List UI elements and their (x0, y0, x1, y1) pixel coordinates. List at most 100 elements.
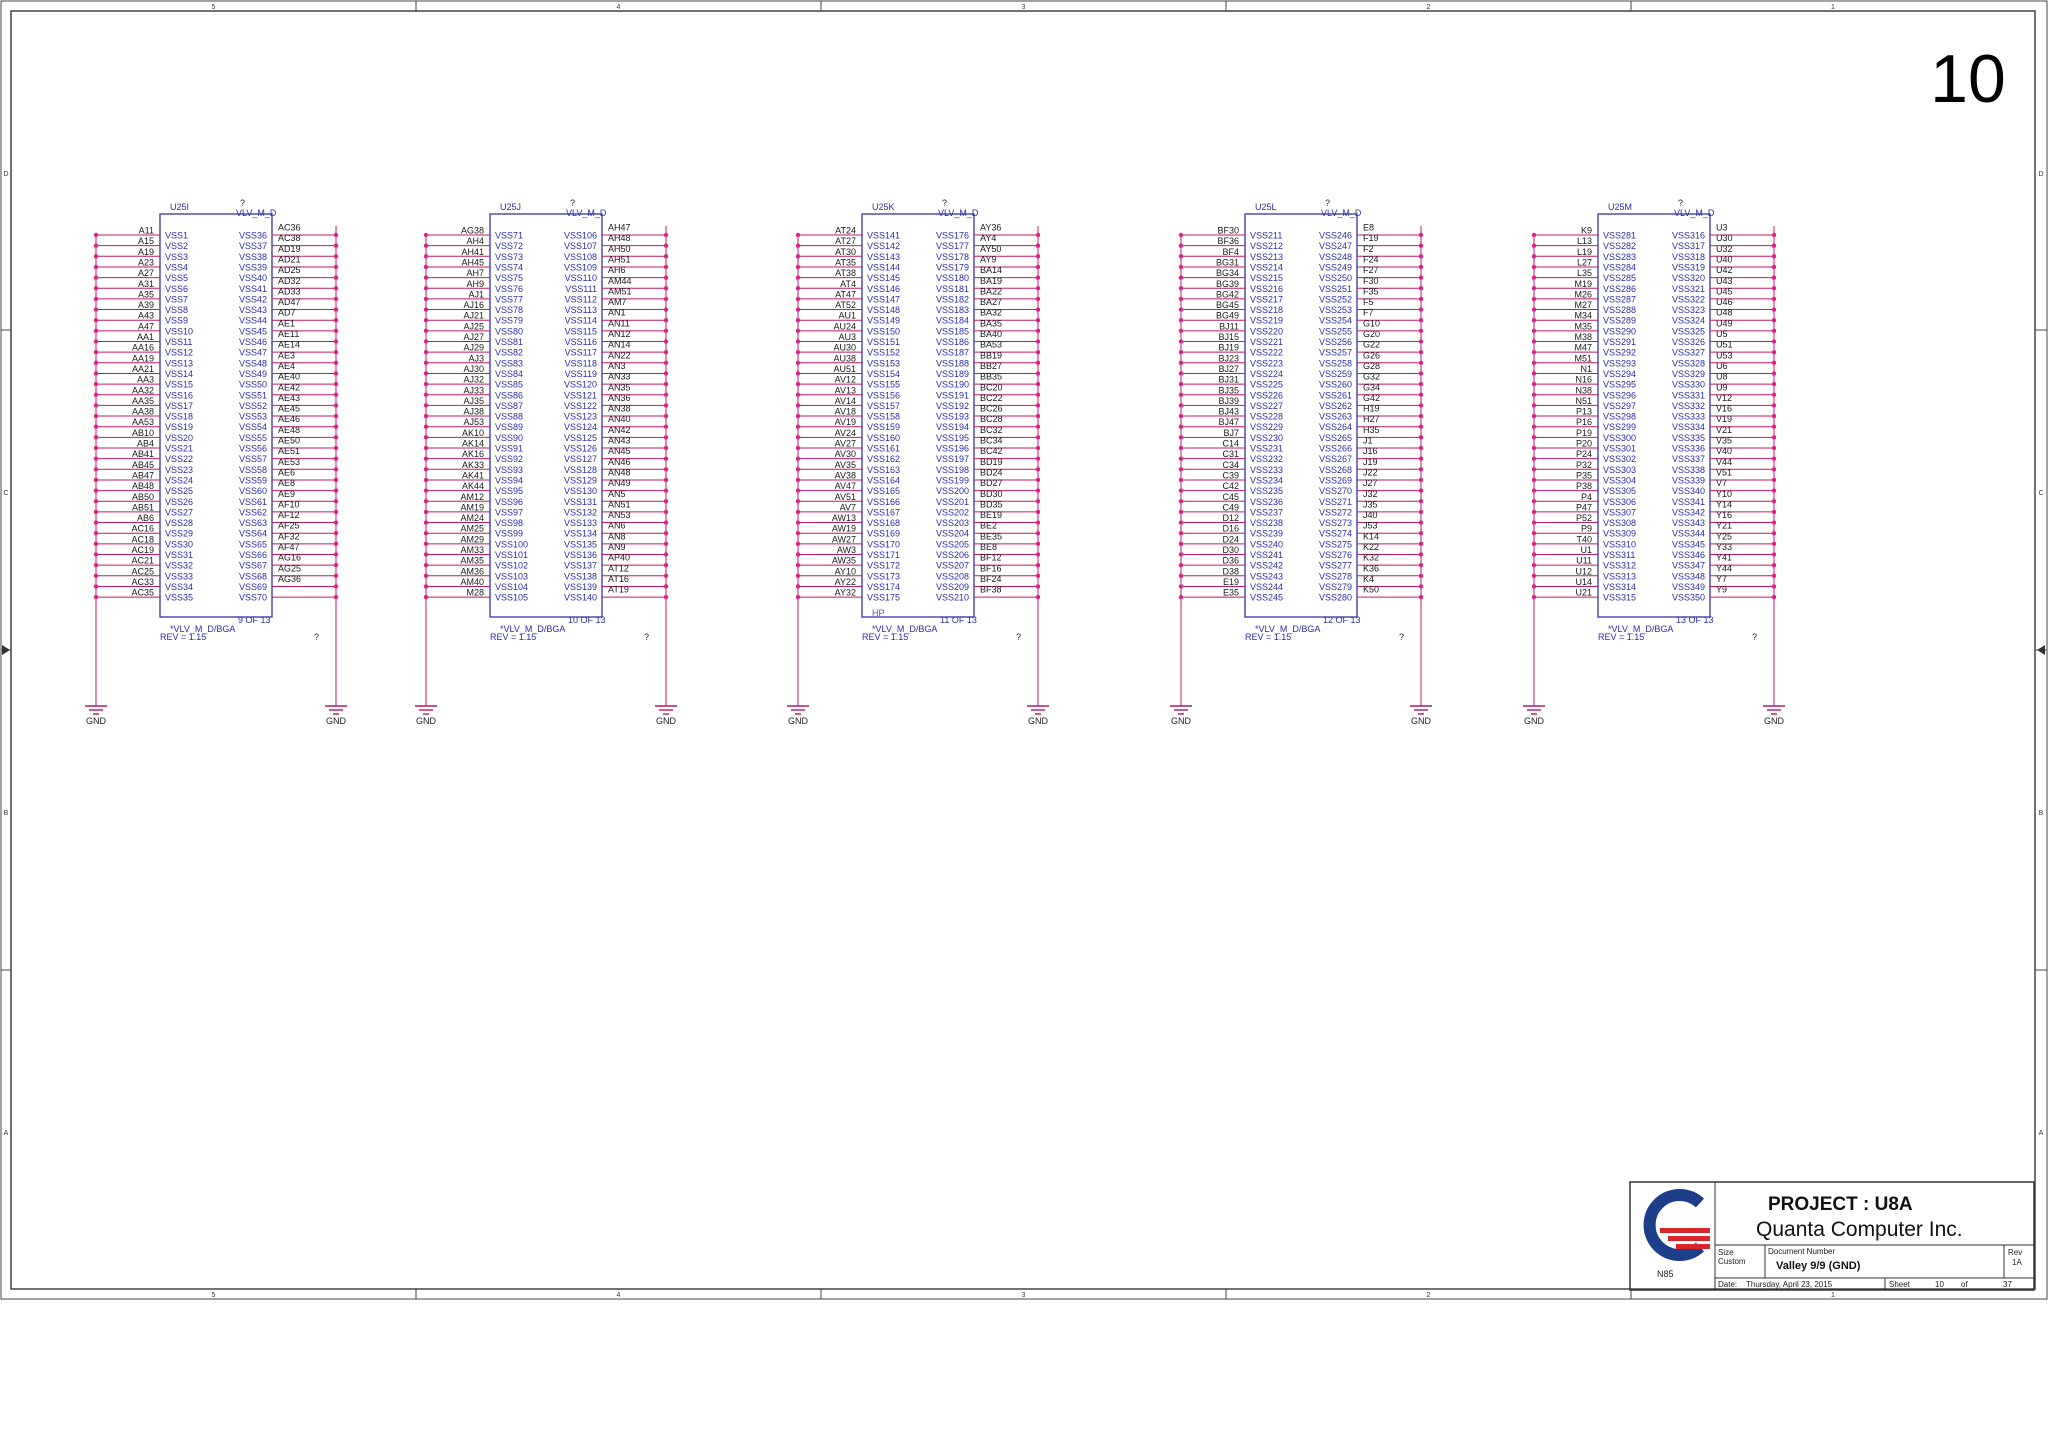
junction-dot (333, 467, 339, 472)
ball-number: AN40 (608, 414, 631, 424)
ball-number: AW3 (837, 545, 856, 555)
ball-number: BC26 (980, 404, 1003, 414)
junction-dot (1035, 584, 1041, 589)
junction-dot (663, 477, 669, 483)
junction-dot (1035, 594, 1041, 600)
junction-dot (795, 520, 801, 525)
pin-net-label: VSS126 (564, 444, 597, 454)
pin-net-label: VSS50 (239, 380, 267, 390)
junction-dot (1418, 531, 1424, 536)
pin-net-label: VSS61 (239, 497, 267, 507)
junction-dot (1178, 456, 1184, 461)
ball-number: AJ16 (463, 300, 484, 310)
pin-net-label: VSS82 (495, 348, 523, 358)
junction-dot (1035, 424, 1041, 429)
junction-dot (1418, 477, 1424, 483)
part-value: VLV_M_D (1321, 208, 1362, 218)
ball-number: V51 (1716, 467, 1732, 477)
ball-number: Y10 (1716, 489, 1732, 499)
ball-number: AJ1 (468, 289, 484, 299)
pin-net-label: VSS98 (495, 518, 523, 528)
pin-net-label: VSS281 (1603, 231, 1636, 241)
junction-dot (1178, 243, 1184, 248)
pin-net-label: VSS240 (1250, 539, 1283, 549)
ball-number: V7 (1716, 478, 1727, 488)
ball-number: Y44 (1716, 563, 1732, 573)
pin-net-label: VSS270 (1319, 486, 1352, 496)
pin-net-label: VSS237 (1250, 507, 1283, 517)
ball-number: D12 (1222, 513, 1239, 523)
junction-dot (1771, 371, 1777, 376)
pin-net-label: VSS216 (1250, 284, 1283, 294)
junction-dot (1178, 520, 1184, 525)
junction-dot (1418, 562, 1424, 568)
junction-dot (663, 392, 669, 397)
pin-net-label: VSS298 (1603, 412, 1636, 422)
ball-number: D36 (1222, 556, 1239, 566)
junction-dot (423, 286, 429, 291)
junction-dot (1771, 509, 1777, 515)
pin-net-label: VSS76 (495, 284, 523, 294)
ball-number: AJ33 (463, 385, 484, 395)
pin-net-label: VSS172 (867, 561, 900, 571)
pin-net-label: VSS309 (1603, 529, 1636, 539)
junction-dot (1771, 264, 1777, 270)
junction-dot (1418, 424, 1424, 429)
zone-label: A (4, 1130, 9, 1137)
ball-number: BB27 (980, 361, 1002, 371)
junction-dot (93, 488, 99, 493)
ball-number: U40 (1716, 254, 1733, 264)
junction-dot (423, 413, 429, 419)
pin-net-label: VSS140 (564, 593, 597, 603)
pin-net-label: VSS57 (239, 454, 267, 464)
ball-number: A27 (138, 268, 154, 278)
junction-dot (1418, 467, 1424, 472)
pin-net-label: VSS235 (1250, 486, 1283, 496)
ball-number: U8 (1716, 372, 1728, 382)
junction-dot (333, 541, 339, 547)
junction-dot (663, 349, 669, 355)
ball-number: J19 (1363, 457, 1378, 467)
sheet-label: Sheet (1889, 1280, 1911, 1289)
pin-net-label: VSS188 (936, 358, 969, 368)
pin-net-label: VSS158 (867, 412, 900, 422)
junction-dot (1531, 435, 1537, 440)
junction-dot (423, 264, 429, 270)
pin-net-label: VSS337 (1672, 454, 1705, 464)
pin-net-label: VSS157 (867, 401, 900, 411)
ball-number: AA21 (132, 364, 154, 374)
pin-net-label: VSS17 (165, 401, 193, 411)
ball-number: AM12 (460, 492, 484, 502)
ground-label: GND (656, 716, 677, 726)
junction-dot (1531, 552, 1537, 557)
part-flag: ? (240, 198, 245, 208)
revision-label: REV = 1.15 (1245, 632, 1291, 642)
ball-number: AE50 (278, 436, 300, 446)
zone-label: 2 (1427, 4, 1431, 11)
ball-number: AT12 (608, 563, 629, 573)
pin-net-label: VSS251 (1319, 284, 1352, 294)
ball-number: E19 (1223, 577, 1239, 587)
pin-net-label: VSS24 (165, 475, 193, 485)
pin-net-label: VSS38 (239, 252, 267, 262)
revision-label: REV = 1.15 (862, 632, 908, 642)
pin-net-label: VSS323 (1672, 305, 1705, 315)
ball-number: AA1 (137, 332, 154, 342)
ball-number: BF38 (980, 585, 1002, 595)
ball-number: AC35 (131, 588, 154, 598)
junction-dot (663, 531, 669, 536)
zone-label: 1 (1831, 1292, 1835, 1299)
pin-net-label: VSS276 (1319, 550, 1352, 560)
ball-number: AE11 (278, 329, 299, 339)
pin-net-label: VSS156 (867, 390, 900, 400)
ball-number: AE46 (278, 414, 300, 424)
pin-net-label: VSS112 (565, 294, 597, 304)
junction-dot (333, 243, 339, 248)
ball-number: E35 (1223, 588, 1239, 598)
pin-net-label: VSS280 (1319, 593, 1352, 603)
junction-dot (423, 360, 429, 365)
pin-net-label: VSS67 (239, 561, 267, 571)
junction-dot (1531, 520, 1537, 525)
junction-dot (333, 456, 339, 461)
pin-net-label: VSS290 (1603, 326, 1636, 336)
